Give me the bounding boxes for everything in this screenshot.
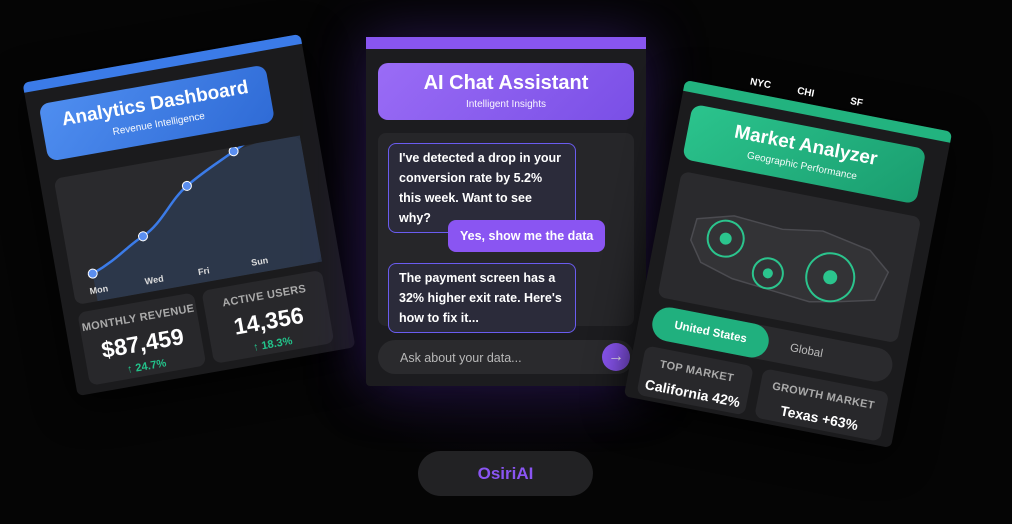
brand-pill[interactable]: OsiriAI — [418, 451, 593, 496]
day-label-fri: Fri — [197, 265, 211, 278]
analytics-dashboard-card: Analytics Dashboard Revenue Intelligence… — [22, 33, 356, 397]
toggle-global[interactable]: Global — [787, 331, 826, 371]
user-message: Yes, show me the data — [448, 220, 606, 252]
chat-input[interactable] — [398, 348, 602, 368]
active-users-stat: ACTIVE USERS 14,356 ↑ 18.3% — [201, 269, 335, 364]
chat-subtitle: Intelligent Insights — [465, 99, 547, 110]
city-label-sf: SF — [849, 95, 864, 110]
ai-chat-assistant-card: AI Chat Assistant Intelligent Insights I… — [366, 37, 646, 386]
city-label-chi: CHI — [796, 85, 816, 100]
city-label-nyc: NYC — [748, 76, 772, 92]
chat-message-list: I've detected a drop in your conversion … — [378, 133, 634, 333]
chat-top-bar — [366, 37, 646, 49]
chat-input-bar: → — [378, 340, 634, 374]
chat-header: AI Chat Assistant Intelligent Insights — [378, 63, 634, 120]
chat-title: AI Chat Assistant — [423, 72, 589, 94]
monthly-revenue-stat: MONTHLY REVENUE $87,459 ↑ 24.7% — [77, 292, 207, 386]
send-button[interactable]: → — [602, 343, 630, 371]
bot-message: The payment screen has a 32% higher exit… — [388, 263, 576, 333]
arrow-right-icon: → — [608, 348, 624, 365]
